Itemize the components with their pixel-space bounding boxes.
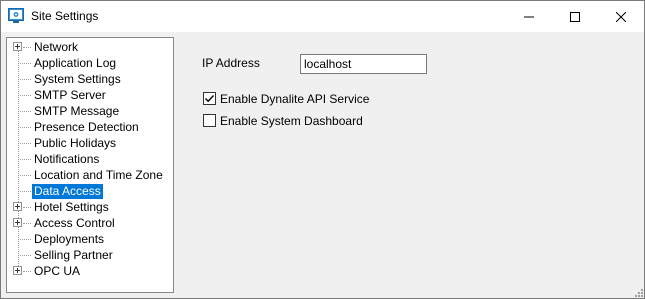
- tree-item-smtp-message[interactable]: SMTP Message: [7, 103, 173, 119]
- settings-tree[interactable]: Network Application Log System Settings …: [6, 37, 174, 293]
- tree-item-label: Location and Time Zone: [34, 168, 163, 182]
- tree-item-presence-detection[interactable]: Presence Detection: [7, 119, 173, 135]
- tree-item-system-settings[interactable]: System Settings: [7, 71, 173, 87]
- tree-item-label: Application Log: [34, 56, 117, 70]
- tree-item-label: Notifications: [34, 152, 100, 166]
- site-settings-window: Site Settings Network Application Log Sy…: [0, 0, 645, 299]
- tree-branch-line: [23, 47, 31, 48]
- enable-system-dashboard-checkbox[interactable]: [203, 114, 216, 127]
- resize-grip-icon[interactable]: [633, 287, 643, 297]
- tree-item-label: OPC UA: [34, 264, 81, 278]
- window-title: Site Settings: [31, 9, 99, 23]
- tree-item-location-and-time-zone[interactable]: Location and Time Zone: [7, 167, 173, 183]
- tree-item-label: SMTP Server: [34, 88, 106, 102]
- expand-icon[interactable]: [13, 202, 22, 211]
- tree-item-label: Access Control: [34, 216, 115, 230]
- tree-item-label: Presence Detection: [34, 120, 139, 134]
- close-icon: [616, 11, 626, 22]
- tree-branch-line: [18, 255, 31, 256]
- maximize-button[interactable]: [552, 1, 598, 32]
- tree-branch-line: [23, 207, 31, 208]
- tree-branch-line: [18, 191, 31, 192]
- tree-branch-line: [18, 111, 31, 112]
- tree-item-label: SMTP Message: [34, 104, 120, 118]
- tree-branch-line: [18, 127, 31, 128]
- minimize-icon: [524, 16, 534, 17]
- title-bar[interactable]: Site Settings: [1, 1, 644, 32]
- client-area: Network Application Log System Settings …: [1, 32, 644, 298]
- site-settings-app-icon: [8, 8, 24, 24]
- tree-item-application-log[interactable]: Application Log: [7, 55, 173, 71]
- tree-branch-line: [18, 239, 31, 240]
- close-button[interactable]: [598, 1, 644, 32]
- minimize-button[interactable]: [506, 1, 552, 32]
- tree-item-network[interactable]: Network: [7, 39, 173, 55]
- tree-item-smtp-server[interactable]: SMTP Server: [7, 87, 173, 103]
- tree-item-notifications[interactable]: Notifications: [7, 151, 173, 167]
- tree-item-access-control[interactable]: Access Control: [7, 215, 173, 231]
- expand-icon[interactable]: [13, 42, 22, 51]
- checkmark-icon: [205, 95, 215, 103]
- tree-item-data-access[interactable]: Data Access: [7, 183, 173, 199]
- expand-icon[interactable]: [13, 266, 22, 275]
- tree-item-opc-ua[interactable]: OPC UA: [7, 263, 173, 279]
- tree-item-label: Deployments: [34, 232, 105, 246]
- tree-item-deployments[interactable]: Deployments: [7, 231, 173, 247]
- data-access-panel: IP Address localhost Enable Dynalite API…: [175, 38, 640, 294]
- tree-item-hotel-settings[interactable]: Hotel Settings: [7, 199, 173, 215]
- ip-address-label: IP Address: [202, 56, 260, 70]
- enable-dynalite-api-label: Enable Dynalite API Service: [220, 92, 370, 106]
- enable-system-dashboard-label: Enable System Dashboard: [220, 114, 363, 128]
- tree-item-selling-partner[interactable]: Selling Partner: [7, 247, 173, 263]
- tree-branch-line: [18, 79, 31, 80]
- tree-item-public-holidays[interactable]: Public Holidays: [7, 135, 173, 151]
- tree-item-label: Hotel Settings: [34, 200, 109, 214]
- maximize-icon: [570, 11, 580, 22]
- tree-item-label: System Settings: [34, 72, 121, 86]
- tree-branch-line: [18, 63, 31, 64]
- tree-branch-line: [23, 223, 31, 224]
- tree-branch-line: [18, 95, 31, 96]
- tree-branch-line: [23, 271, 31, 272]
- tree-item-label-selected: Data Access: [32, 184, 103, 199]
- enable-dynalite-api-checkbox[interactable]: [203, 92, 216, 105]
- ip-address-input[interactable]: localhost: [300, 54, 427, 74]
- tree-branch-line: [18, 143, 31, 144]
- tree-item-label: Public Holidays: [34, 136, 117, 150]
- expand-icon[interactable]: [13, 218, 22, 227]
- tree-branch-line: [18, 175, 31, 176]
- tree-item-label: Selling Partner: [34, 248, 113, 262]
- tree-branch-line: [18, 159, 31, 160]
- tree-item-label: Network: [34, 40, 79, 54]
